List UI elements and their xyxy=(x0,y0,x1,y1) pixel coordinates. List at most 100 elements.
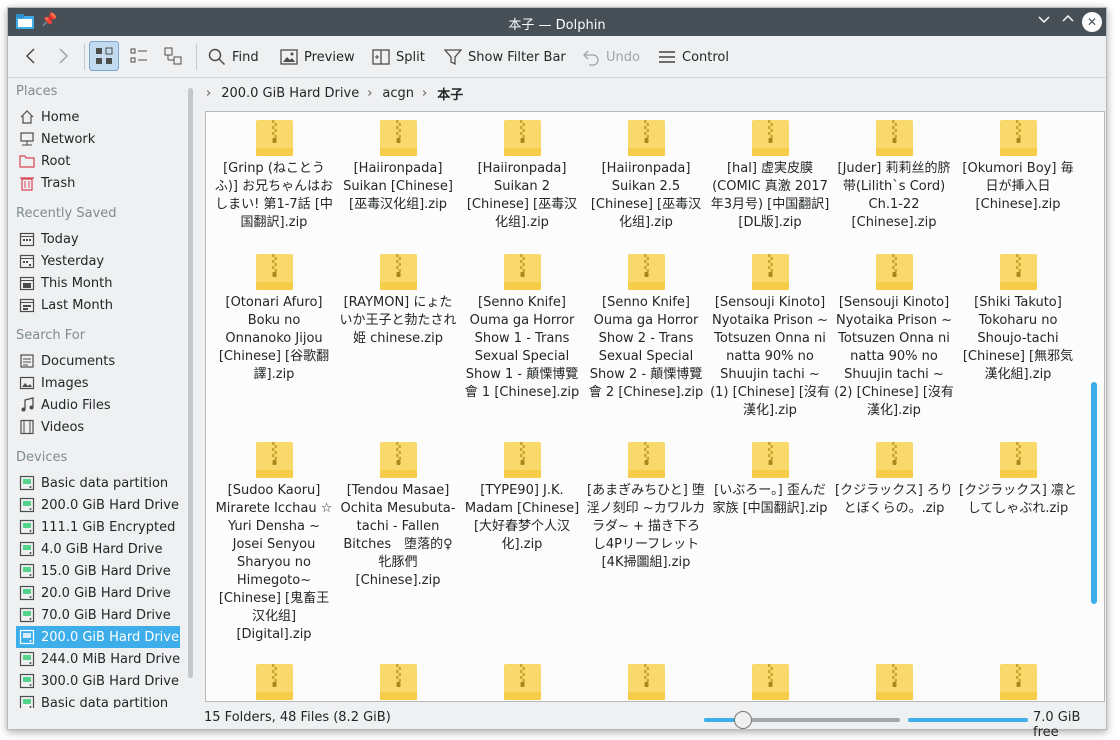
zip-archive-icon[interactable] xyxy=(504,664,541,700)
undo-icon xyxy=(583,50,599,66)
calendar-icon xyxy=(19,298,35,313)
hard-drive-icon xyxy=(19,519,35,535)
chevron-right-icon[interactable]: › xyxy=(206,86,211,101)
sidebar-item-home[interactable]: Home xyxy=(16,106,180,128)
calendar-icon xyxy=(19,276,35,291)
zip-archive-icon xyxy=(628,120,665,156)
file-view-scrollbar[interactable] xyxy=(1091,382,1097,604)
hard-drive-icon xyxy=(19,607,35,623)
sidebar-item-device[interactable]: 300.0 GiB Hard Drive xyxy=(16,670,180,692)
file-name: [クジラックス] ろりとぼくらの。.zip xyxy=(835,483,953,516)
split-button[interactable]: Split xyxy=(372,43,425,71)
file-name: [Sudoo Kaoru] Mirarete Icchau ☆ Yuri Den… xyxy=(215,483,333,642)
zip-archive-icon[interactable] xyxy=(1000,664,1037,700)
sidebar-item-device[interactable]: Basic data partition xyxy=(16,692,180,708)
find-label: Find xyxy=(232,49,259,65)
preview-label: Preview xyxy=(304,49,355,65)
sidebar-item-device[interactable]: 70.0 GiB Hard Drive xyxy=(16,604,180,626)
preview-button[interactable]: Preview xyxy=(280,43,355,71)
file-name: [TYPE90] J.K. Madam [Chinese] [大好春梦个人汉化]… xyxy=(464,483,580,552)
sidebar-item-videos[interactable]: Videos xyxy=(16,416,180,438)
breadcrumb-item[interactable]: 200.0 GiB Hard Drive xyxy=(221,86,359,101)
zip-archive-icon[interactable] xyxy=(256,664,293,700)
file-name: [Grinp (ねことうふ)] お兄ちゃんはおしまい! 第1-7話 [中国翻訳]… xyxy=(214,161,334,230)
trash-icon xyxy=(20,177,34,191)
sidebar-scrollbar[interactable] xyxy=(188,88,193,678)
hard-drive-icon xyxy=(19,585,35,601)
search-header: Search For xyxy=(16,328,86,343)
zip-archive-icon xyxy=(1000,442,1037,478)
sidebar-item-images[interactable]: Images xyxy=(16,372,180,394)
file-name: [Otonari Afuro] Boku no Onnanoko Jijou [… xyxy=(218,295,330,382)
find-button[interactable]: Find xyxy=(208,43,259,71)
sidebar-item-device[interactable]: 200.0 GiB Hard Drive xyxy=(16,626,180,648)
sidebar-item-device[interactable]: 20.0 GiB Hard Drive xyxy=(16,582,180,604)
image-preview-icon xyxy=(280,49,298,65)
file-name: [Okumori Boy] 毎日が挿入日 [Chinese].zip xyxy=(962,161,1074,212)
title-bar: 📌 本子 — Dolphin ✕ xyxy=(8,8,1106,36)
maximize-button[interactable] xyxy=(1058,12,1078,32)
icons-view-button[interactable] xyxy=(89,41,119,71)
sidebar-item-label: 200.0 GiB Hard Drive xyxy=(41,497,179,513)
hard-drive-icon xyxy=(19,497,35,513)
sidebar-item-yesterday[interactable]: Yesterday xyxy=(16,250,180,272)
filter-icon xyxy=(444,49,462,66)
undo-button[interactable]: Undo xyxy=(582,43,640,71)
sidebar-item-label: 111.1 GiB Encrypted Dri xyxy=(41,519,180,535)
chevron-up-icon xyxy=(1062,14,1074,22)
control-menu-button[interactable]: Control xyxy=(658,43,729,71)
zip-archive-icon[interactable] xyxy=(380,664,417,700)
zip-archive-icon xyxy=(504,120,541,156)
sidebar-item-trash[interactable]: Trash xyxy=(16,172,180,194)
sidebar-item-device[interactable]: 15.0 GiB Hard Drive xyxy=(16,560,180,582)
zoom-slider-handle[interactable] xyxy=(734,711,752,729)
back-button[interactable] xyxy=(16,41,46,71)
minimize-button[interactable] xyxy=(1034,12,1054,32)
sidebar-item-documents[interactable]: Documents xyxy=(16,350,180,372)
filter-bar-button[interactable]: Show Filter Bar xyxy=(444,43,566,71)
chevron-right-icon[interactable]: › xyxy=(422,86,427,101)
chevron-right-icon[interactable]: › xyxy=(367,86,372,101)
zip-archive-icon[interactable] xyxy=(628,664,665,700)
breadcrumb-item[interactable]: acgn xyxy=(382,86,414,101)
zip-archive-icon[interactable] xyxy=(876,664,913,700)
zip-archive-icon xyxy=(1000,254,1037,290)
sidebar-item-this-month[interactable]: This Month xyxy=(16,272,180,294)
details-view-button[interactable] xyxy=(158,41,188,71)
breadcrumb-current[interactable]: 本子 xyxy=(437,84,463,103)
zip-archive-icon xyxy=(876,442,913,478)
hard-drive-icon xyxy=(19,475,35,491)
places-panel: Places Home Network Root Trash Recently … xyxy=(8,78,198,708)
hard-drive-icon xyxy=(19,629,35,645)
zip-archive-icon[interactable] xyxy=(752,664,789,700)
sidebar-item-label: This Month xyxy=(41,275,113,291)
zip-archive-icon xyxy=(380,442,417,478)
sidebar-item-device[interactable]: 111.1 GiB Encrypted Dri xyxy=(16,516,180,538)
file-name: [RAYMON] にょたいか王子と勃たされ姫 chinese.zip xyxy=(339,295,457,346)
sidebar-item-last-month[interactable]: Last Month xyxy=(16,294,180,316)
sidebar-item-audio-files[interactable]: Audio Files xyxy=(16,394,180,416)
icons-view-icon xyxy=(96,47,113,64)
forward-button[interactable] xyxy=(48,41,78,71)
sidebar-item-device[interactable]: 244.0 MiB Hard Drive xyxy=(16,648,180,670)
zip-archive-icon xyxy=(628,254,665,290)
sidebar-item-device[interactable]: Basic data partition xyxy=(16,472,180,494)
sidebar-item-label: Audio Files xyxy=(41,397,111,413)
sidebar-item-root[interactable]: Root xyxy=(16,150,180,172)
file-name: [Sensouji Kinoto] Nyotaika Prison ~ Tots… xyxy=(710,295,830,418)
file-view[interactable]: [Grinp (ねことうふ)] お兄ちゃんはおしまい! 第1-7話 [中国翻訳]… xyxy=(205,111,1105,702)
sidebar-item-label: Documents xyxy=(41,353,116,369)
close-button[interactable]: ✕ xyxy=(1082,12,1102,32)
file-name: [Sensouji Kinoto] Nyotaika Prison ~ Tots… xyxy=(834,295,954,418)
sidebar-item-network[interactable]: Network xyxy=(16,128,180,150)
sidebar-item-label: Home xyxy=(41,109,80,125)
compact-view-button[interactable] xyxy=(124,41,154,71)
hard-drive-icon xyxy=(19,541,35,557)
sidebar-item-device[interactable]: 4.0 GiB Hard Drive xyxy=(16,538,180,560)
zip-archive-icon xyxy=(752,254,789,290)
breadcrumb: › 200.0 GiB Hard Drive › acgn › 本子 xyxy=(206,80,471,106)
sidebar-item-label: Network xyxy=(41,131,96,147)
control-label: Control xyxy=(682,49,729,65)
sidebar-item-device[interactable]: 200.0 GiB Hard Drive xyxy=(16,494,180,516)
sidebar-item-today[interactable]: Today xyxy=(16,228,180,250)
